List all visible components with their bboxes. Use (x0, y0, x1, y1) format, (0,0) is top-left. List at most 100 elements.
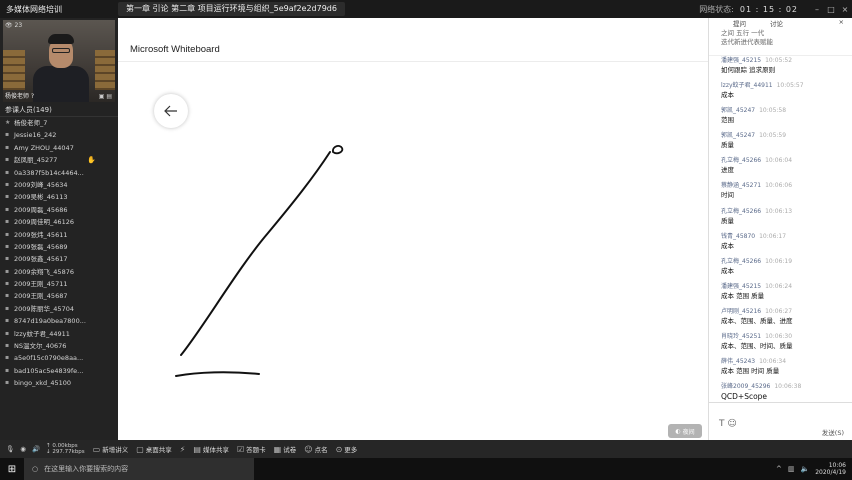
lightning-button[interactable]: ⚡ (180, 445, 186, 454)
member-item[interactable]: ▪ 8747d19a0bea7800... (0, 315, 118, 327)
tray-chevron-icon[interactable]: ^ (776, 465, 782, 473)
chat-text: 时间 (721, 191, 734, 200)
member-name: bingo_xkd_45100 (14, 379, 72, 388)
microphone-icon[interactable]: 🎙 (6, 445, 14, 453)
chat-message-meta: 张峰2009_45296 10:06:38 (721, 382, 852, 392)
member-item[interactable]: ▪ lzzy蚊子君_44911 (0, 328, 118, 340)
roll-call-label: 点名 (314, 446, 328, 454)
chat-time: 10:06:27 (765, 307, 793, 315)
emoji-icon[interactable]: T ☺ (719, 419, 737, 429)
student-icon: ▪ (5, 366, 10, 374)
roll-call-button[interactable]: ☺ 点名 (304, 444, 328, 455)
taskbar-clock[interactable]: 10:06 2020/4/19 (815, 462, 846, 476)
member-item[interactable]: ▪ NS温文尔_40676 (0, 340, 118, 352)
more-button[interactable]: ⊙ 更多 (335, 444, 358, 455)
member-item[interactable]: ▪ bad105ac5e4839fe... (0, 365, 118, 377)
member-item[interactable]: ▪ 2009王刚_45711 (0, 278, 118, 290)
chat-text: 成本、范围、质量、进度 (721, 316, 793, 325)
chat-sender[interactable]: 张峰2009_45296 (721, 383, 770, 390)
exam-button[interactable]: ▦ 试卷 (273, 444, 297, 455)
download-speed: ↓ 297.77kbps (46, 449, 85, 455)
member-item[interactable]: ▪ Amy ZHOU_44047 (0, 142, 118, 154)
chat-message: 卢明刚_45216 10:06:27 成本、范围、质量、进度 (709, 307, 852, 332)
chat-time: 10:05:58 (759, 107, 787, 115)
chat-time: 10:06:19 (765, 257, 793, 265)
member-item[interactable]: ▪ 2009张磊_45689 (0, 241, 118, 253)
chat-input-area[interactable]: T ☺ 发送(S) (709, 402, 852, 440)
camera-icon[interactable]: ◉ (20, 445, 26, 453)
chat-messages[interactable]: 潘建强_45215 10:05:52 如何跟踪 追求原则 lzzy蚊子君_44911 1… (709, 56, 852, 407)
chat-sender[interactable]: 郭凯_45247 (721, 132, 755, 139)
member-item[interactable]: ▪ Jessie16_242 (0, 129, 118, 141)
roll-call-icon: ☺ (304, 444, 313, 454)
tab-questions[interactable]: 提问 (709, 18, 746, 28)
member-item[interactable]: ▪ 2009刘峰_45634 (0, 179, 118, 191)
member-name: 2009张磊_45689 (14, 242, 68, 251)
app-window: 多媒体网络培训 第一章 引论 第二章 项目运行环境与组织_5e9af2e2d79… (0, 0, 852, 480)
member-list[interactable]: ★ 杨俊老师_7 ▪ Jessie16_242 ▪ Amy ZHOU_44047 ▪ 赵凤丽_… (0, 117, 118, 390)
member-item[interactable]: ▪ 2009王刚_45687 (0, 290, 118, 302)
member-name: 2009王刚_45687 (14, 292, 68, 301)
taskbar-search[interactable]: ○ 在这里输入你要搜索的内容 (24, 458, 254, 480)
answer-card-label: 答题卡 (246, 446, 266, 454)
member-item[interactable]: ▪ 2009张鑫_45617 (0, 253, 118, 265)
more-icon: ⊙ (335, 444, 343, 454)
member-item[interactable]: ▪ 赵凤丽_45277 ✋ (0, 154, 118, 166)
chat-message: lzzy蚊子君_44911 10:05:57 成本 (709, 81, 852, 106)
member-item[interactable]: ▪ 0a3387f5b14c4464... (0, 167, 118, 179)
media-share-button[interactable]: ▤ 媒体共享 (193, 444, 229, 455)
member-item[interactable]: ▪ bingo_xkd_45100 (0, 377, 118, 389)
volume-icon[interactable]: 🔈 (801, 465, 810, 473)
tab-discussion[interactable]: 讨论 (746, 18, 783, 28)
member-name: 8747d19a0bea7800... (14, 317, 86, 326)
night-mode-toggle[interactable]: ◐ 夜间 (668, 424, 702, 438)
member-name: 2009刘峰_45634 (14, 180, 68, 189)
desktop-share-button[interactable]: ▢ 桌面共享 (136, 444, 172, 455)
chat-sender[interactable]: 蔡静涵_45271 (721, 182, 761, 189)
video-controls-icon[interactable]: ▣ ▤ (99, 93, 112, 100)
chat-sender[interactable]: 郭凯_45247 (721, 107, 755, 114)
speaker-icon[interactable]: 🔊 (32, 445, 40, 453)
member-item[interactable]: ▪ 2009陈丽华_45704 (0, 303, 118, 315)
network-icon[interactable]: ▥ (788, 465, 795, 473)
chat-message-meta: 蔡静涵_45271 10:06:06 (721, 181, 852, 191)
add-handout-button[interactable]: ▭ 新增讲义 (93, 444, 129, 455)
chat-sender[interactable]: 孔立梅_45266 (721, 208, 761, 215)
chat-sender[interactable]: 孔立梅_45266 (721, 258, 761, 265)
member-item[interactable]: ▪ 2009吴彬_46113 (0, 191, 118, 203)
windows-start-icon[interactable]: ⊞ (0, 464, 24, 475)
member-item[interactable]: ▪ 2009周佳明_46126 (0, 216, 118, 228)
chat-sender[interactable]: 潘建强_45215 (721, 283, 761, 290)
member-item[interactable]: ▪ 2009张炜_45611 (0, 229, 118, 241)
chat-sender[interactable]: 钱青_45870 (721, 233, 755, 240)
maximize-icon[interactable]: □ (824, 5, 838, 14)
chat-sender[interactable]: 卢明刚_45216 (721, 308, 761, 315)
close-icon[interactable]: × (838, 5, 852, 14)
chat-sender[interactable]: 孔立梅_45266 (721, 157, 761, 164)
chat-time: 10:06:13 (765, 207, 793, 215)
chat-sender[interactable]: 薛伟_45243 (721, 358, 755, 365)
exam-icon: ▦ (273, 444, 282, 454)
teacher-name: 杨俊老师 ? (5, 93, 35, 100)
chat-sender[interactable]: lzzy蚊子君_44911 (721, 82, 773, 89)
member-item[interactable]: ▪ 2009余翔飞_45876 (0, 266, 118, 278)
minimize-icon[interactable]: – (810, 5, 824, 14)
whiteboard-canvas[interactable] (118, 18, 708, 440)
chat-message-meta: 肖晓玲_45251 10:06:30 (721, 332, 852, 342)
close-icon[interactable]: × (815, 18, 852, 28)
chat-sender[interactable]: 肖晓玲_45251 (721, 333, 761, 340)
member-item[interactable]: ▪ 2009周磊_45686 (0, 204, 118, 216)
teacher-video[interactable]: 👁 23 杨俊老师 ? ▣ ▤ (3, 20, 115, 102)
chat-text: 质量 (721, 141, 734, 150)
chat-time: 10:05:52 (765, 57, 793, 64)
chat-message-meta: 郭凯_45247 10:05:58 (721, 106, 852, 116)
chat-sender[interactable]: 潘建强_45215 (721, 57, 761, 64)
course-tab[interactable]: 第一章 引论 第二章 项目运行环境与组织_5e9af2e2d79d6 (118, 2, 345, 16)
raise-hand-icon[interactable]: ✋ (87, 154, 96, 166)
answer-card-button[interactable]: ☑ 答题卡 (237, 444, 266, 455)
whiteboard[interactable]: Microsoft Whiteboard ◐ 夜间 (118, 18, 708, 440)
member-item[interactable]: ▪ a5e0f15c0790e8aa... (0, 352, 118, 364)
member-name: lzzy蚊子君_44911 (14, 329, 70, 338)
member-item[interactable]: ★ 杨俊老师_7 (0, 117, 118, 129)
send-button[interactable]: 发送(S) (822, 427, 844, 437)
